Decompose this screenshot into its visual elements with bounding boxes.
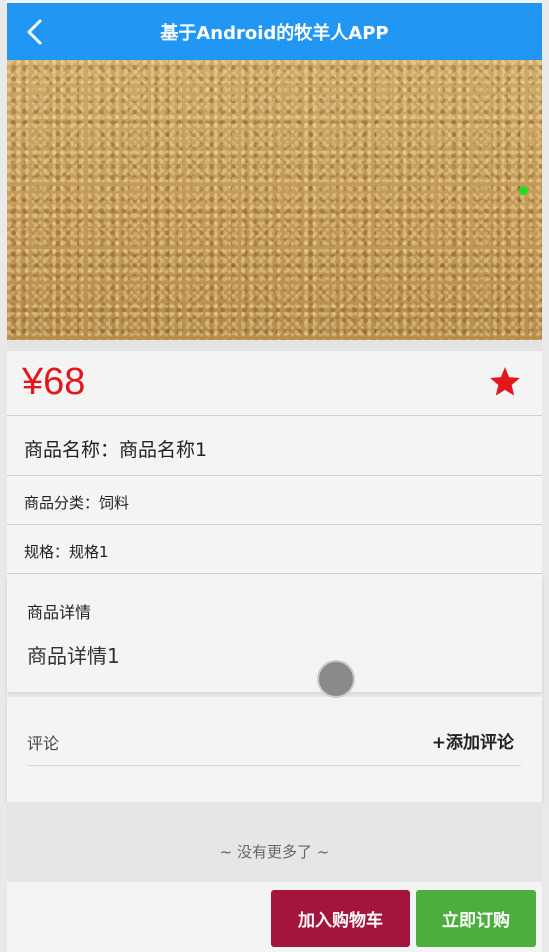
touch-indicator: [317, 660, 355, 698]
comments-label: 评论: [27, 734, 60, 753]
product-spec-row: 规格：规格1: [7, 526, 542, 574]
list-end-text: ~ 没有更多了 ~: [219, 843, 330, 861]
add-to-cart-button[interactable]: 加入购物车: [271, 890, 410, 947]
star-icon[interactable]: [488, 365, 522, 399]
order-now-button[interactable]: 立即订购: [416, 890, 536, 947]
app-header: 基于Android的牧羊人APP: [7, 3, 542, 60]
product-category: 商品分类：饲料: [24, 494, 130, 512]
app-screen: 基于Android的牧羊人APP ¥68 商品名称：商品名称1 商品分类：饲料 …: [7, 0, 542, 952]
product-name: 商品名称：商品名称1: [24, 439, 208, 461]
detail-heading: 商品详情: [27, 603, 92, 622]
product-price: ¥68: [22, 361, 86, 403]
product-spec: 规格：规格1: [24, 543, 109, 561]
list-end-area: ~ 没有更多了 ~: [7, 802, 542, 882]
comments-divider: [27, 765, 521, 766]
price-row: ¥68: [7, 351, 542, 416]
divider: [7, 340, 542, 351]
product-image: [7, 60, 542, 340]
detail-body: 商品详情1: [27, 644, 120, 668]
bottom-action-bar: 加入购物车 立即订购: [7, 882, 542, 952]
add-comment-button[interactable]: +添加评论: [432, 728, 514, 753]
page-title: 基于Android的牧羊人APP: [160, 22, 389, 44]
product-name-row: 商品名称：商品名称1: [7, 417, 542, 476]
back-icon[interactable]: [23, 18, 47, 46]
product-detail-section: 商品详情 商品详情1: [7, 575, 542, 692]
comments-section: 评论 +添加评论: [7, 697, 542, 802]
product-category-row: 商品分类：饲料: [7, 477, 542, 525]
image-indicator-dot: [519, 186, 528, 195]
